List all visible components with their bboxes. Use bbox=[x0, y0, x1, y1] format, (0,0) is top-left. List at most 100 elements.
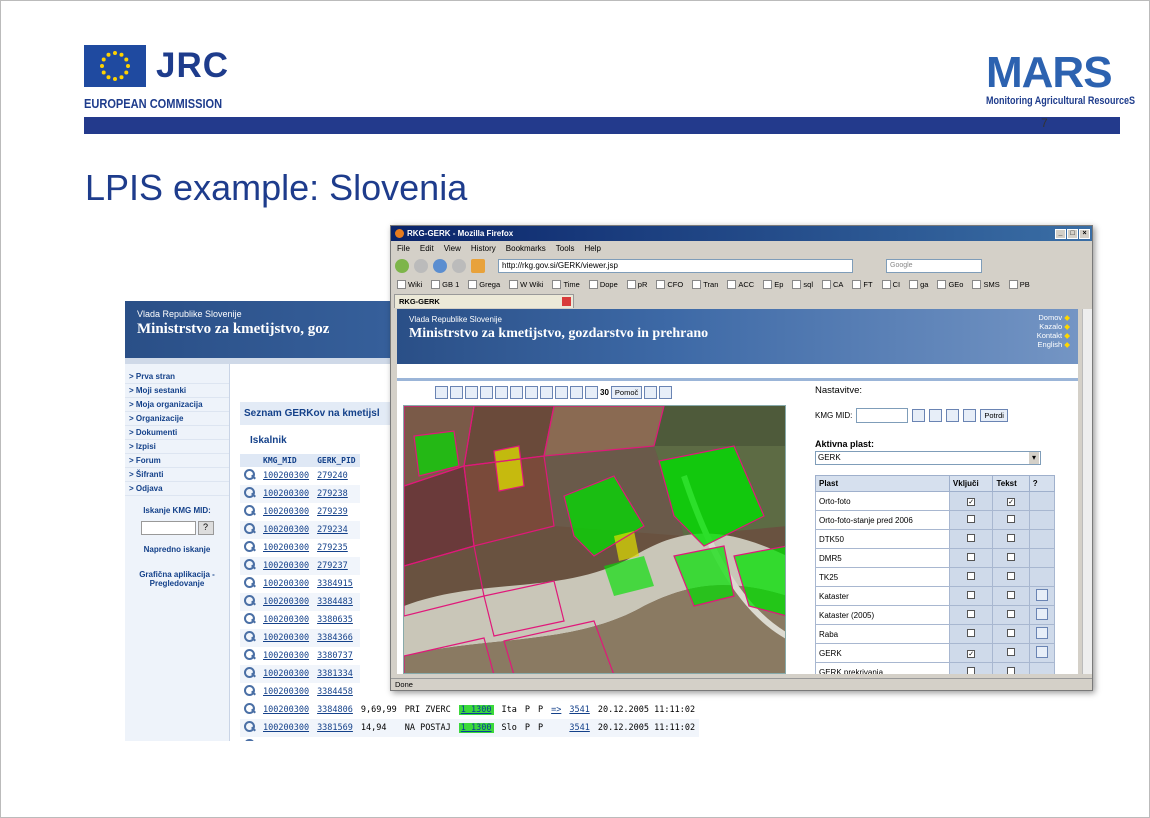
filter-icon[interactable] bbox=[929, 409, 943, 422]
code-link[interactable]: 1 1300 bbox=[458, 705, 494, 715]
kmg-mid-input[interactable] bbox=[856, 408, 909, 423]
kmg-mid-link[interactable]: 100200300 bbox=[263, 705, 309, 715]
gerk-pid-link[interactable]: 279238 bbox=[317, 489, 348, 499]
gerk-pid-link[interactable]: 3384366 bbox=[317, 633, 353, 643]
magnifier-icon[interactable] bbox=[244, 559, 255, 570]
view-30-button[interactable]: 30 bbox=[600, 388, 609, 397]
link-english[interactable]: English bbox=[1037, 340, 1070, 349]
gerk-pid-link[interactable]: 279239 bbox=[317, 507, 348, 517]
kmg-mid-link[interactable]: 100200300 bbox=[263, 615, 309, 625]
column-header[interactable]: KMG_MID bbox=[259, 454, 314, 467]
sidebar-item-dokumenti[interactable]: > Dokumenti bbox=[125, 426, 229, 440]
text-checkbox[interactable] bbox=[1007, 534, 1016, 542]
code-link[interactable]: 1 1300 bbox=[458, 723, 494, 733]
gerk-pid-link[interactable]: 3381334 bbox=[317, 669, 353, 679]
kmg-mid-link[interactable]: 100200300 bbox=[263, 597, 309, 607]
layers-icon[interactable] bbox=[644, 386, 658, 399]
full-extent-icon[interactable] bbox=[585, 386, 598, 399]
orthophoto-map[interactable] bbox=[403, 405, 786, 674]
print-icon[interactable] bbox=[659, 386, 673, 399]
bookmark-item[interactable]: Wiki bbox=[397, 280, 422, 289]
minimize-button[interactable]: _ bbox=[1055, 228, 1066, 239]
kmg-mid-link[interactable]: 100200300 bbox=[263, 543, 309, 553]
sidebar-item-forum[interactable]: > Forum bbox=[125, 454, 229, 468]
bookmark-item[interactable]: Tran bbox=[692, 280, 718, 289]
bookmark-item[interactable]: CFO bbox=[656, 280, 683, 289]
magnifier-icon[interactable] bbox=[244, 541, 255, 552]
text-checkbox[interactable] bbox=[1007, 667, 1016, 674]
next-extent-icon[interactable] bbox=[570, 386, 583, 399]
url-bar[interactable]: http://rkg.gov.si/GERK/viewer.jsp bbox=[498, 259, 853, 273]
sidebar-item-moji-sestanki[interactable]: > Moji sestanki bbox=[125, 384, 229, 398]
bookmark-item[interactable]: CA bbox=[822, 280, 843, 289]
magnifier-icon[interactable] bbox=[244, 739, 255, 741]
gerk-pid-link[interactable]: 3384915 bbox=[317, 579, 353, 589]
column-header[interactable]: GERK_PID bbox=[313, 454, 360, 467]
include-checkbox[interactable] bbox=[967, 553, 976, 561]
bookmark-item[interactable]: Dope bbox=[589, 280, 618, 289]
zoom-box-icon[interactable] bbox=[495, 386, 508, 399]
magnifier-icon[interactable] bbox=[244, 667, 255, 678]
gerk-pid-link[interactable]: 3380737 bbox=[317, 651, 353, 661]
search-input[interactable]: Google bbox=[886, 259, 982, 273]
kmg-mid-link[interactable]: 100200300 bbox=[263, 687, 309, 697]
kmg-mid-link[interactable]: 100200300 bbox=[263, 633, 309, 643]
gerk-pid-link[interactable]: 279240 bbox=[317, 471, 348, 481]
num-link[interactable]: 3541 bbox=[569, 723, 589, 733]
close-tab-icon[interactable] bbox=[562, 297, 571, 306]
bookmark-item[interactable]: Time bbox=[552, 280, 579, 289]
stop-icon[interactable] bbox=[452, 259, 466, 273]
sidebar-item-organizacije[interactable]: > Organizacije bbox=[125, 412, 229, 426]
include-checkbox[interactable] bbox=[967, 629, 976, 637]
search-icon[interactable] bbox=[912, 409, 926, 422]
text-checkbox[interactable] bbox=[1007, 610, 1016, 618]
gerk-pid-link[interactable]: 279234 bbox=[317, 525, 348, 535]
crosshair-icon[interactable] bbox=[510, 386, 523, 399]
menu-tools[interactable]: Tools bbox=[556, 244, 575, 253]
measure-icon[interactable] bbox=[540, 386, 553, 399]
home-icon[interactable] bbox=[471, 259, 485, 273]
maximize-button[interactable]: □ bbox=[1067, 228, 1078, 239]
bookmark-item[interactable]: Ep bbox=[763, 280, 783, 289]
zoom-in-icon[interactable] bbox=[465, 386, 478, 399]
include-checkbox[interactable] bbox=[967, 610, 976, 618]
bookmark-item[interactable]: sql bbox=[792, 280, 813, 289]
magnifier-icon[interactable] bbox=[244, 613, 255, 624]
include-checkbox[interactable] bbox=[967, 534, 976, 542]
legend-icon[interactable] bbox=[1035, 589, 1048, 601]
close-button[interactable]: × bbox=[1079, 228, 1090, 239]
kmg-mid-link[interactable]: 100200300 bbox=[263, 579, 309, 589]
gerk-pid-link[interactable]: 3381569 bbox=[317, 723, 353, 733]
menu-view[interactable]: View bbox=[444, 244, 461, 253]
forward-button-icon[interactable] bbox=[414, 259, 428, 273]
gerk-pid-link[interactable]: 3384483 bbox=[317, 597, 353, 607]
gerk-pid-link[interactable]: 279235 bbox=[317, 543, 348, 553]
menu-bookmarks[interactable]: Bookmarks bbox=[506, 244, 546, 253]
bookmark-item[interactable]: Grega bbox=[468, 280, 500, 289]
bookmark-item[interactable]: pR bbox=[627, 280, 648, 289]
kmg-search-button[interactable]: ? bbox=[197, 521, 214, 535]
select-icon[interactable] bbox=[946, 409, 960, 422]
text-checkbox[interactable] bbox=[1007, 553, 1016, 561]
menu-help[interactable]: Help bbox=[584, 244, 600, 253]
bookmark-item[interactable]: FT bbox=[852, 280, 872, 289]
magnifier-icon[interactable] bbox=[244, 469, 255, 480]
link-kontakt[interactable]: Kontakt bbox=[1037, 331, 1070, 340]
menu-edit[interactable]: Edit bbox=[420, 244, 434, 253]
back-button-icon[interactable] bbox=[395, 259, 409, 273]
gerk-pid-link[interactable]: 3384458 bbox=[317, 687, 353, 697]
bookmark-item[interactable]: GEo bbox=[937, 280, 963, 289]
sidebar-item-sifranti[interactable]: > Šifranti bbox=[125, 468, 229, 482]
magnifier-icon[interactable] bbox=[244, 721, 255, 732]
text-checkbox[interactable] bbox=[1007, 629, 1016, 637]
magnifier-icon[interactable] bbox=[244, 649, 255, 660]
link-kazalo[interactable]: Kazalo bbox=[1037, 322, 1070, 331]
gerk-pid-link[interactable]: 3380635 bbox=[317, 615, 353, 625]
magnifier-icon[interactable] bbox=[244, 487, 255, 498]
magnifier-icon[interactable] bbox=[244, 703, 255, 714]
sidebar-item-prva-stran[interactable]: > Prva stran bbox=[125, 370, 229, 384]
bookmark-item[interactable]: PB bbox=[1009, 280, 1030, 289]
vertical-scrollbar[interactable] bbox=[1082, 309, 1092, 674]
bookmark-item[interactable]: ACC bbox=[727, 280, 754, 289]
include-checkbox[interactable]: ✓ bbox=[967, 649, 976, 658]
